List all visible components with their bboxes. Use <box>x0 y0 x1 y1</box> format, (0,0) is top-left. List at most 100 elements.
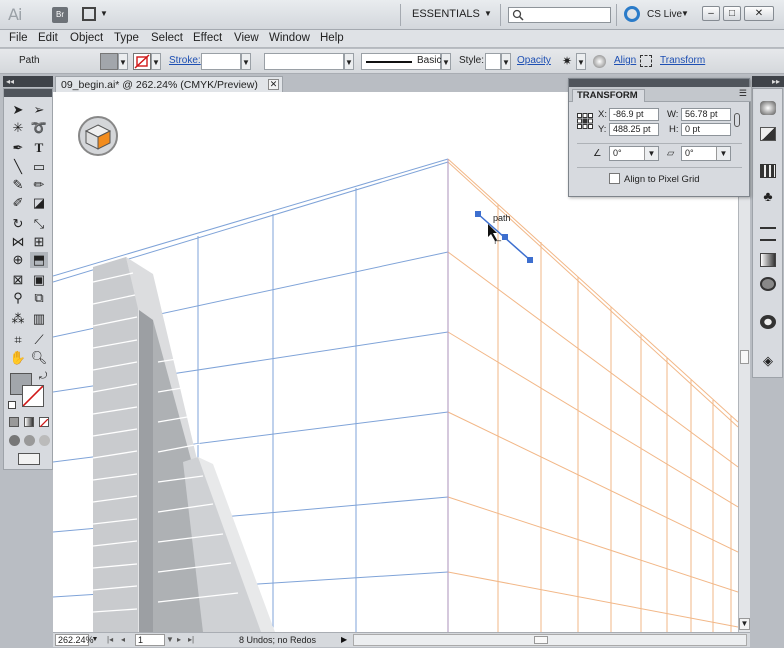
opacity-link[interactable]: Opacity <box>517 55 551 66</box>
cs-live-icon[interactable] <box>624 6 640 22</box>
panel-grip[interactable] <box>569 79 749 87</box>
chevron-down-icon[interactable]: ▼ <box>484 9 492 18</box>
free-transform-tool-icon[interactable]: ⊞ <box>30 234 48 250</box>
width-field[interactable]: 56.78 pt <box>681 108 731 121</box>
chevron-down-icon[interactable]: ▼ <box>576 53 586 70</box>
scrollbar-thumb[interactable] <box>534 636 548 644</box>
align-to-pixel-grid-checkbox[interactable] <box>609 173 620 184</box>
perspective-plane-widget[interactable] <box>78 116 118 156</box>
type-tool-icon[interactable]: T <box>30 140 48 156</box>
stroke-weight-field[interactable] <box>201 53 241 70</box>
blob-brush-tool-icon[interactable]: ✐ <box>9 195 27 211</box>
layers-icon[interactable]: ◈ <box>760 354 776 368</box>
transform-link[interactable]: Transform <box>660 55 705 66</box>
gradient-mode-icon[interactable] <box>24 417 34 427</box>
shape-builder-tool-icon[interactable]: ⊕ <box>9 252 27 268</box>
menu-file[interactable]: File <box>9 32 28 44</box>
first-artboard-icon[interactable]: |◂ <box>107 634 113 646</box>
document-tab[interactable]: 09_begin.ai* @ 262.24% (CMYK/Preview) ✕ <box>55 76 283 92</box>
menu-help[interactable]: Help <box>320 32 344 44</box>
menu-object[interactable]: Object <box>70 32 103 44</box>
shear-dropdown[interactable]: 0° ▼ <box>681 146 731 161</box>
menu-type[interactable]: Type <box>114 32 139 44</box>
transform-panel-title[interactable]: TRANSFORM <box>572 89 645 102</box>
default-colors-icon[interactable] <box>8 401 16 409</box>
close-icon[interactable]: ✕ <box>268 79 279 90</box>
scroll-down-icon[interactable]: ▼ <box>739 618 750 630</box>
scale-tool-icon[interactable]: ⤡ <box>30 216 48 232</box>
column-graph-tool-icon[interactable]: ▥ <box>30 311 48 327</box>
blend-tool-icon[interactable]: ⧉ <box>30 290 48 306</box>
menu-edit[interactable]: Edit <box>38 32 58 44</box>
rotate-dropdown[interactable]: 0° ▼ <box>609 146 659 161</box>
toolbox-grip[interactable] <box>4 89 52 97</box>
rotate-tool-icon[interactable]: ↻ <box>9 216 27 232</box>
dock-collapse-button[interactable]: ▸▸ <box>752 76 784 87</box>
transform-icon[interactable] <box>640 55 652 67</box>
next-artboard-icon[interactable]: ▸ <box>177 634 181 646</box>
lasso-tool-icon[interactable]: ➰ <box>30 120 48 136</box>
chevron-down-icon[interactable]: ▼ <box>644 147 658 160</box>
chevron-down-icon[interactable]: ▼ <box>166 634 174 646</box>
chevron-down-icon[interactable]: ▼ <box>241 53 251 70</box>
pen-tool-icon[interactable]: ✒ <box>9 140 27 156</box>
hand-tool-icon[interactable]: ✋ <box>9 350 27 366</box>
screen-mode-icon[interactable] <box>18 453 40 465</box>
arrange-documents-icon[interactable] <box>82 7 96 21</box>
close-button[interactable]: ✕ <box>744 6 774 21</box>
gradient-panel-icon[interactable] <box>760 253 776 267</box>
stroke-swatch[interactable] <box>133 53 151 70</box>
chevron-down-icon[interactable]: ▼ <box>151 53 161 70</box>
menu-effect[interactable]: Effect <box>193 32 222 44</box>
align-link[interactable]: Align <box>614 55 636 66</box>
chevron-down-icon[interactable]: ▼ <box>100 9 108 18</box>
appearance-icon[interactable] <box>760 315 776 329</box>
symbol-sprayer-tool-icon[interactable]: ⁂ <box>9 311 27 327</box>
toolbox-collapse-button[interactable]: ◂◂ <box>3 76 53 87</box>
status-menu-icon[interactable]: ▶ <box>341 634 347 646</box>
maximize-button[interactable]: □ <box>723 6 741 21</box>
gradient-tool-icon[interactable]: ▣ <box>30 272 48 288</box>
height-field[interactable]: 0 pt <box>681 123 731 136</box>
graphic-style-swatch[interactable] <box>485 53 501 70</box>
mesh-tool-icon[interactable]: ⊠ <box>9 272 27 288</box>
draw-normal-icon[interactable] <box>9 435 20 446</box>
menu-window[interactable]: Window <box>269 32 310 44</box>
rectangle-tool-icon[interactable]: ▭ <box>30 159 48 175</box>
zoom-field[interactable]: 262.24% <box>55 634 94 646</box>
stroke-color-box[interactable] <box>22 385 44 407</box>
eyedropper-tool-icon[interactable]: ⚲ <box>9 290 27 306</box>
previous-artboard-icon[interactable]: ◂ <box>121 634 125 646</box>
y-position-field[interactable]: 488.25 pt <box>609 123 659 136</box>
artboard-tool-icon[interactable]: ⌗ <box>9 332 27 348</box>
swatches-icon[interactable] <box>760 164 776 178</box>
scrollbar-thumb[interactable] <box>740 350 749 364</box>
swap-fill-stroke-icon[interactable]: ⤾ <box>34 369 52 385</box>
horizontal-scrollbar[interactable] <box>353 634 747 646</box>
color-guide-icon[interactable] <box>760 127 776 141</box>
chevron-down-icon[interactable]: ▼ <box>118 53 128 70</box>
chevron-down-icon[interactable]: ▼ <box>344 53 354 70</box>
direct-selection-tool-icon[interactable]: ➢ <box>30 102 48 118</box>
menu-select[interactable]: Select <box>151 32 183 44</box>
line-tool-icon[interactable]: ╲ <box>9 159 27 175</box>
fill-swatch[interactable] <box>100 53 118 70</box>
zoom-tool-icon[interactable]: 🔍︎ <box>30 350 48 366</box>
pencil-tool-icon[interactable]: ✏ <box>30 177 48 193</box>
none-mode-icon[interactable] <box>39 417 49 428</box>
menu-view[interactable]: View <box>234 32 259 44</box>
color-panel-icon[interactable] <box>760 101 776 115</box>
paintbrush-tool-icon[interactable]: ✎ <box>9 177 27 193</box>
bridge-button[interactable]: Br <box>52 7 68 23</box>
draw-inside-icon[interactable] <box>39 435 50 446</box>
minimize-button[interactable]: – <box>702 6 720 21</box>
chevron-down-icon[interactable]: ▼ <box>501 53 511 70</box>
symbols-icon[interactable]: ♣ <box>760 189 776 203</box>
constrain-proportions-icon[interactable] <box>734 113 740 127</box>
transparency-icon[interactable] <box>760 277 776 291</box>
magic-wand-tool-icon[interactable]: ✳ <box>9 120 27 136</box>
slice-tool-icon[interactable]: ⟋ <box>30 332 48 348</box>
chevron-down-icon[interactable]: ▼ <box>90 634 100 646</box>
cs-live-menu[interactable]: CS Live <box>647 9 682 20</box>
stroke-link[interactable]: Stroke: <box>169 55 201 66</box>
